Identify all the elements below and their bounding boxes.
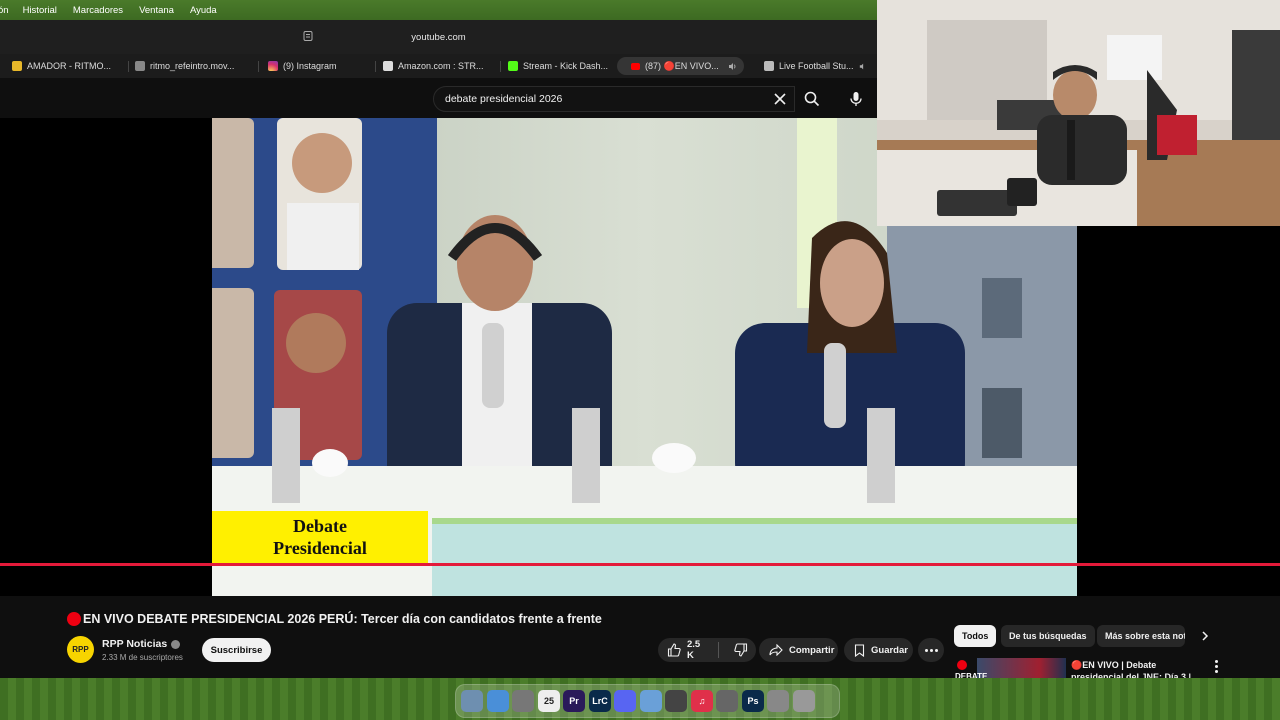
chip-mas-sobre-esta[interactable]: Más sobre esta not xyxy=(1097,625,1185,647)
premiere-icon[interactable]: Pr xyxy=(563,690,585,712)
safari-icon[interactable] xyxy=(487,690,509,712)
chip-de-tus-busquedas[interactable]: De tus búsquedas xyxy=(1001,625,1095,647)
chip-todos[interactable]: Todos xyxy=(954,625,997,647)
photoshop-icon[interactable]: Ps xyxy=(742,690,764,712)
microphone-icon xyxy=(850,92,862,106)
address-bar[interactable]: youtube.com xyxy=(0,20,877,54)
recommendation-title[interactable]: 🔴EN VIVO | Debate presidencial del JNE: … xyxy=(1071,659,1196,678)
live-indicator-icon xyxy=(67,612,81,626)
menu-item-historial[interactable]: Historial xyxy=(23,5,57,16)
share-button[interactable]: Compartir xyxy=(759,638,838,662)
avatar[interactable]: RPP xyxy=(67,636,94,663)
trash-icon[interactable] xyxy=(793,690,815,712)
search-query-text: debate presidencial 2026 xyxy=(445,93,563,105)
save-button[interactable]: Guardar xyxy=(844,638,913,662)
tab-label: (9) Instagram xyxy=(283,61,337,71)
page-settings-icon[interactable] xyxy=(302,30,314,42)
tab-live-football[interactable]: Live Football Stu... xyxy=(760,57,870,75)
search-input[interactable]: debate presidencial 2026 xyxy=(433,86,795,112)
menu-item-ventana[interactable]: Ventana xyxy=(139,5,174,16)
webcam-overlay xyxy=(877,0,1280,226)
thumbs-down-icon xyxy=(734,643,748,657)
tab-instagram[interactable]: (9) Instagram xyxy=(264,57,374,75)
search-icon xyxy=(804,91,820,107)
app-icon[interactable] xyxy=(767,690,789,712)
video-title-text: EN VIVO DEBATE PRESIDENCIAL 2026 PERÚ: T… xyxy=(83,612,602,626)
youtube-icon xyxy=(631,62,640,70)
more-icon xyxy=(924,648,928,652)
bookmark-icon xyxy=(854,643,865,657)
system-settings-icon[interactable] xyxy=(716,690,738,712)
menu-bar: ón Historial Marcadores Ventana Ayuda xyxy=(0,0,877,20)
speaker-icon[interactable] xyxy=(859,62,866,71)
share-label: Compartir xyxy=(789,644,835,656)
channel-name-text: RPP Noticias xyxy=(102,638,168,650)
lower-third-title: Debate Presidencial xyxy=(212,511,428,563)
voice-search-button[interactable] xyxy=(844,87,868,111)
generic-favicon-icon xyxy=(764,61,774,71)
menu-item-marcadores[interactable]: Marcadores xyxy=(73,5,123,16)
speaker-icon[interactable] xyxy=(728,62,737,71)
like-divider xyxy=(718,642,719,658)
tab-label: Amazon.com : STR... xyxy=(398,61,484,71)
music-icon[interactable]: ♫ xyxy=(691,690,713,712)
tab-label: Stream - Kick Dash... xyxy=(523,61,609,71)
tab-bar: AMADOR - RITMO... ritmo_refeintro.mov...… xyxy=(0,54,877,78)
menu-item-edicion[interactable]: ón xyxy=(0,5,9,16)
tab-label: ritmo_refeintro.mov... xyxy=(150,61,235,71)
thumbs-up-icon xyxy=(667,643,681,657)
kick-icon xyxy=(508,61,518,71)
verified-icon xyxy=(171,639,181,649)
save-label: Guardar xyxy=(871,644,908,656)
more-icon xyxy=(1214,669,1218,673)
tab-amador[interactable]: AMADOR - RITMO... xyxy=(8,57,128,75)
dislike-button[interactable] xyxy=(725,638,756,662)
more-icon xyxy=(1214,664,1218,668)
more-icon xyxy=(929,648,933,652)
finder-icon[interactable] xyxy=(640,690,662,712)
like-button[interactable]: 2.5 K xyxy=(658,638,712,662)
amazon-icon xyxy=(383,61,393,71)
tab-kick[interactable]: Stream - Kick Dash... xyxy=(504,57,614,75)
lightroom-icon[interactable]: LrC xyxy=(589,690,611,712)
more-icon xyxy=(934,648,938,652)
channel-name[interactable]: RPP Noticias xyxy=(102,638,181,650)
more-icon xyxy=(1214,659,1218,663)
url-text[interactable]: youtube.com xyxy=(411,32,465,43)
tab-youtube-active[interactable]: (87) 🔴EN VIVO... xyxy=(617,57,744,75)
tab-amazon[interactable]: Amazon.com : STR... xyxy=(379,57,499,75)
tab-divider xyxy=(500,61,501,72)
close-icon[interactable] xyxy=(770,89,790,109)
share-icon xyxy=(769,644,783,656)
search-button[interactable] xyxy=(795,86,829,112)
discord-icon[interactable] xyxy=(614,690,636,712)
tab-divider xyxy=(258,61,259,72)
tab-label: (87) 🔴EN VIVO... xyxy=(645,60,719,71)
calendar-icon[interactable]: 25 xyxy=(538,690,560,712)
tab-label: Live Football Stu... xyxy=(779,61,854,71)
tab-label: AMADOR - RITMO... xyxy=(27,61,111,71)
subscribe-button[interactable]: Suscribirse xyxy=(202,638,271,662)
tab-ritmo[interactable]: ritmo_refeintro.mov... xyxy=(131,57,256,75)
menu-item-ayuda[interactable]: Ayuda xyxy=(190,5,217,16)
chevron-right-icon[interactable] xyxy=(1199,630,1211,642)
storage-icon[interactable] xyxy=(512,690,534,712)
like-dislike-group: 2.5 K xyxy=(658,638,756,662)
like-count: 2.5 K xyxy=(687,639,701,661)
recommendation-thumbnail[interactable] xyxy=(977,658,1066,678)
generic-favicon-icon xyxy=(12,61,22,71)
subscriber-count: 2.33 M de suscriptores xyxy=(102,653,183,662)
more-actions-button[interactable] xyxy=(918,638,944,662)
instagram-icon xyxy=(268,61,278,71)
live-indicator-icon xyxy=(957,660,967,670)
finder-icon[interactable] xyxy=(461,690,483,712)
video-title: EN VIVO DEBATE PRESIDENCIAL 2026 PERÚ: T… xyxy=(67,612,602,626)
generic-favicon-icon xyxy=(135,61,145,71)
tab-divider xyxy=(375,61,376,72)
progress-bar[interactable] xyxy=(0,563,1280,566)
controller-icon[interactable] xyxy=(665,690,687,712)
tab-divider xyxy=(128,61,129,72)
webcam-feed xyxy=(877,0,1280,226)
recommendation-menu-button[interactable] xyxy=(1210,658,1222,674)
